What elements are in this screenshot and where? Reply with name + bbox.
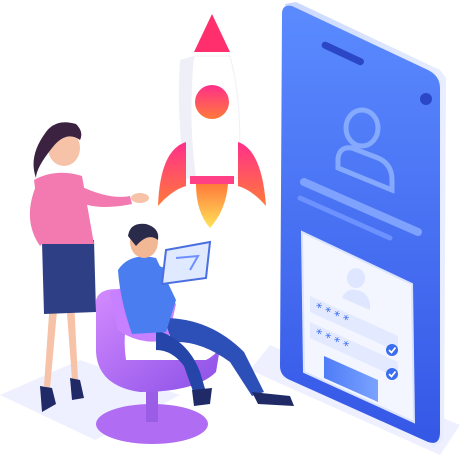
rocket-window (195, 85, 229, 119)
rocket-flame (196, 184, 228, 228)
tablet (160, 240, 212, 286)
check-icon (386, 368, 398, 380)
rocket-fin-left (158, 142, 186, 206)
rocket-tip (194, 14, 230, 52)
rocket (158, 14, 266, 228)
illustration-canvas: * * * * * * * * (0, 2, 460, 455)
rocket-fin-right (238, 142, 266, 206)
check-icon (386, 344, 398, 356)
phone-camera (420, 93, 432, 105)
